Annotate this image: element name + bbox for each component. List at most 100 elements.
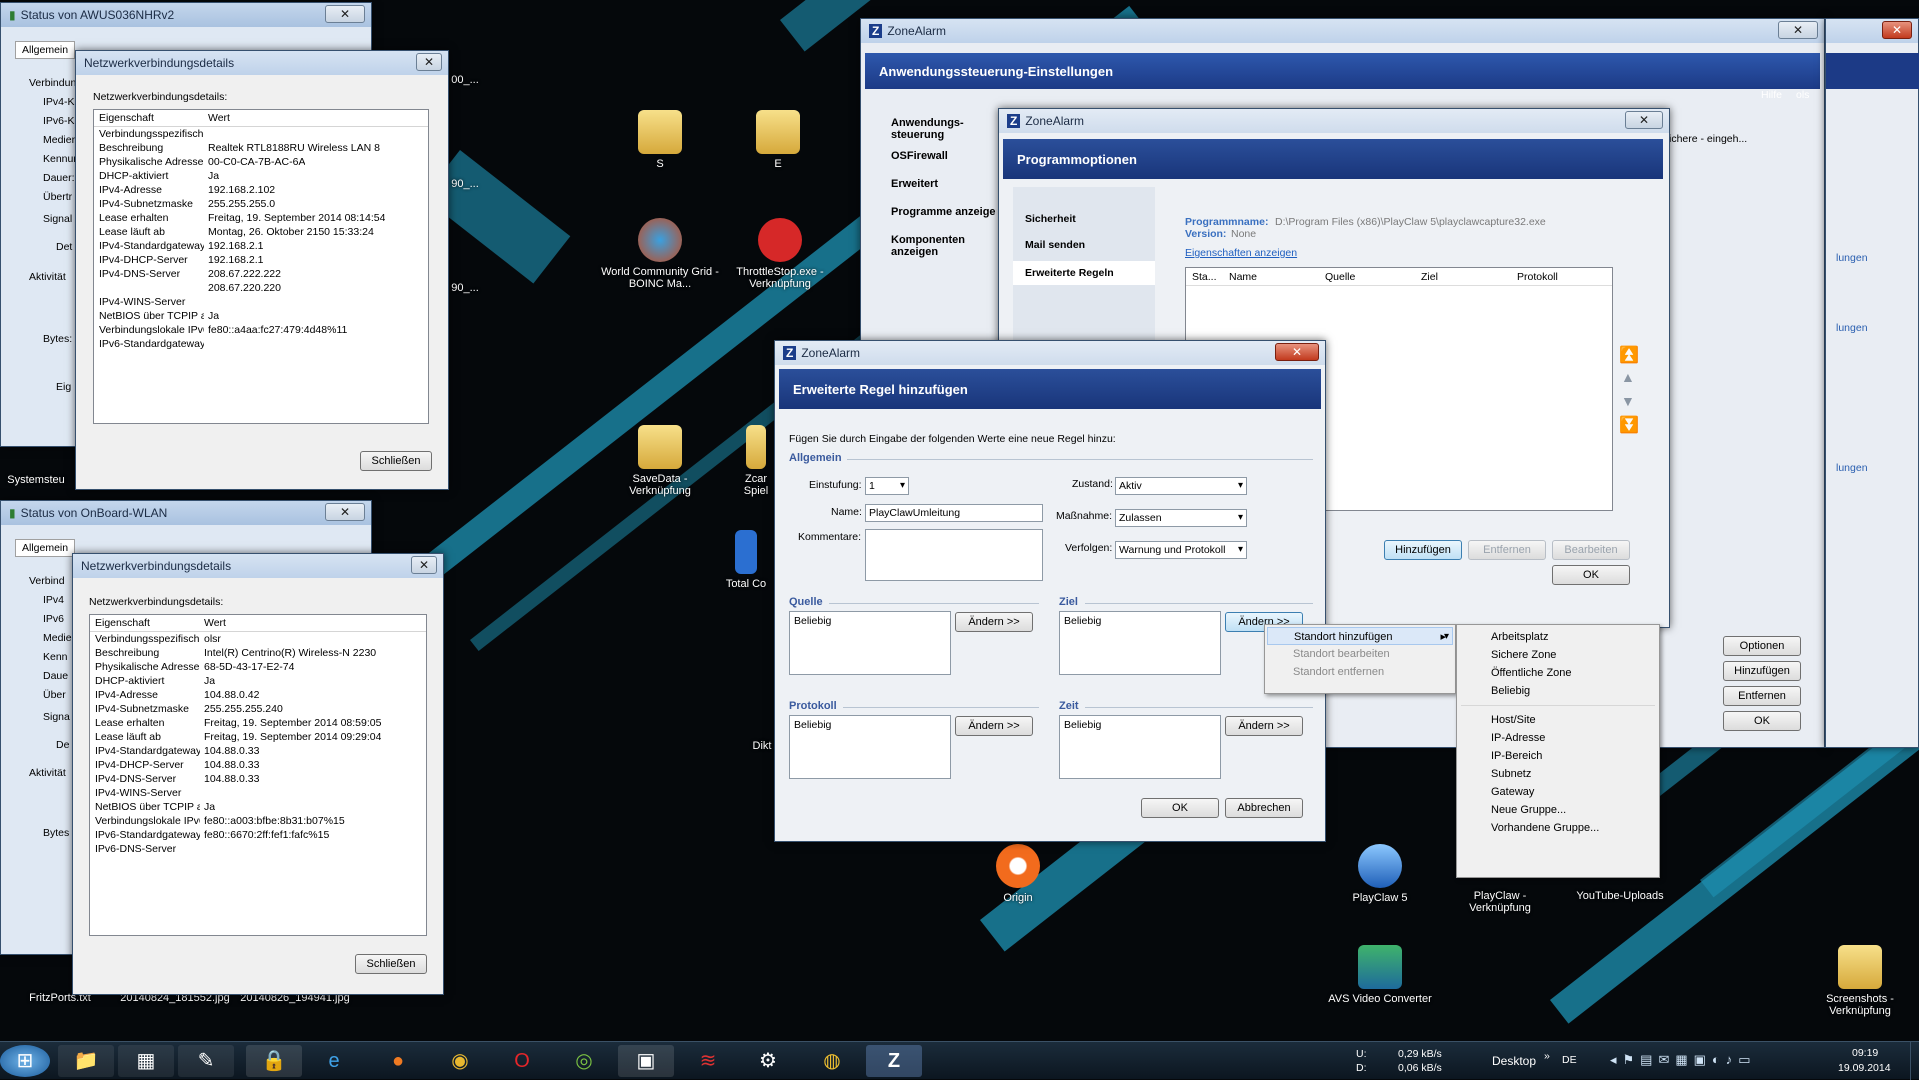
rank-select[interactable]: 1: [865, 477, 909, 495]
explorer-icon[interactable]: 📁: [58, 1045, 114, 1077]
start-button[interactable]: ⊞: [0, 1045, 50, 1077]
nav-sicherheit[interactable]: Sicherheit: [1025, 213, 1076, 225]
submenu-item-oeffentliche-zone[interactable]: Öffentliche Zone: [1459, 664, 1657, 682]
name-input[interactable]: PlayClawUmleitung: [865, 504, 1043, 522]
table-row[interactable]: IPv4-Subnetzmaske 255.255.255.240: [90, 702, 426, 716]
column-quelle[interactable]: Quelle: [1320, 268, 1416, 285]
menu-tools[interactable]: ols: [1796, 89, 1809, 101]
column-ziel[interactable]: Ziel: [1416, 268, 1512, 285]
table-row[interactable]: Verbindungslokale IPv6-... fe80::a4aa:fc2…: [94, 323, 428, 337]
column-header[interactable]: Eigenschaft: [94, 110, 204, 126]
remove-rule-button[interactable]: Entfernen: [1468, 540, 1546, 560]
tray-icons[interactable]: ◂⚑▤✉▦▣◐♪▭: [1610, 1052, 1757, 1068]
app-yellow-icon[interactable]: ◍: [804, 1045, 860, 1077]
lock-icon[interactable]: 🔒: [246, 1045, 302, 1077]
chevron-icon[interactable]: »: [1544, 1050, 1550, 1062]
titlebar[interactable]: ✕: [1826, 19, 1918, 43]
table-row[interactable]: IPv4-Adresse 104.88.0.42: [90, 688, 426, 702]
nav-erweiterte-regeln[interactable]: Erweiterte Regeln: [1013, 261, 1155, 285]
nav-osfirewall[interactable]: OSFirewall: [891, 150, 1011, 162]
desktop-icon-avs[interactable]: AVS Video Converter: [1320, 945, 1440, 1005]
titlebar[interactable]: Netzwerkverbindungsdetails ✕: [76, 51, 448, 75]
table-row[interactable]: Lease läuft ab Freitag, 19. September 201…: [90, 730, 426, 744]
remove-button[interactable]: Entfernen: [1723, 686, 1801, 706]
table-row[interactable]: IPv4-DNS-Server 104.88.0.33: [90, 772, 426, 786]
table-row[interactable]: IPv4-WINS-Server: [94, 295, 428, 309]
track-select[interactable]: Warnung und Protokoll: [1115, 541, 1247, 559]
desktop-icon-partial-3[interactable]: 00_...: [450, 74, 480, 86]
submenu-item-vorhandene-gruppe[interactable]: Vorhandene Gruppe...: [1459, 819, 1657, 837]
link-fragment[interactable]: lungen: [1836, 322, 1868, 334]
context-menu[interactable]: Standort hinzufügen ▸ Standort bearbeite…: [1264, 624, 1456, 694]
submenu-item-ip-bereich[interactable]: IP-Bereich: [1459, 747, 1657, 765]
network-window-icon[interactable]: ▣: [618, 1045, 674, 1077]
close-button[interactable]: ✕: [325, 5, 365, 23]
desktop-icon-folder-e[interactable]: E: [748, 110, 808, 170]
titlebar[interactable]: Z ZoneAlarm ✕: [775, 341, 1325, 365]
desktop-icon-playclaw[interactable]: PlayClaw 5: [1340, 844, 1420, 904]
nav-mail-senden[interactable]: Mail senden: [1025, 239, 1085, 251]
table-row[interactable]: IPv4-DHCP-Server 192.168.2.1: [94, 253, 428, 267]
titlebar[interactable]: ▮ Status von OnBoard-WLAN ✕: [1, 501, 371, 525]
submenu-item-beliebig[interactable]: Beliebig: [1459, 682, 1657, 700]
add-rule-button[interactable]: Hinzufügen: [1384, 540, 1462, 560]
nav-programme[interactable]: Programme anzeige: [891, 206, 1011, 218]
details-button[interactable]: De: [56, 739, 69, 751]
table-row[interactable]: NetBIOS über TCPIP ak... Ja: [94, 309, 428, 323]
properties-button[interactable]: Eig: [56, 381, 71, 393]
change-time-button[interactable]: Ändern >>: [1225, 716, 1303, 736]
edit-rule-button[interactable]: Bearbeiten: [1552, 540, 1630, 560]
clock-date[interactable]: 19.09.2014: [1838, 1062, 1891, 1074]
submenu-item-ip-adresse[interactable]: IP-Adresse: [1459, 729, 1657, 747]
table-row[interactable]: Beschreibung Realtek RTL8188RU Wireless L…: [94, 141, 428, 155]
add-button[interactable]: Hinzufügen: [1723, 661, 1801, 681]
desktop-icon-origin[interactable]: Origin: [988, 844, 1048, 904]
cancel-button[interactable]: Abbrechen: [1225, 798, 1303, 818]
column-header[interactable]: Wert: [200, 615, 226, 631]
desktop-icon-boinc[interactable]: World Community Grid - BOINC Ma...: [600, 218, 720, 290]
table-row[interactable]: NetBIOS über TCPIP ak... Ja: [90, 800, 426, 814]
close-button[interactable]: ✕: [416, 53, 442, 71]
menu-item-standort-entfernen[interactable]: Standort entfernen: [1267, 663, 1453, 681]
submenu[interactable]: Arbeitsplatz Sichere Zone Öffentliche Zo…: [1456, 624, 1660, 878]
close-dialog-button[interactable]: Schließen: [360, 451, 432, 471]
table-row[interactable]: 208.67.220.220: [94, 281, 428, 295]
close-button[interactable]: ✕: [1778, 21, 1818, 39]
optionen-button[interactable]: Optionen: [1723, 636, 1801, 656]
close-button[interactable]: ✕: [411, 556, 437, 574]
move-down-icon[interactable]: ▼: [1621, 393, 1635, 409]
tab-allgemein[interactable]: Allgemein: [15, 41, 76, 59]
column-header[interactable]: Wert: [204, 110, 230, 126]
calculator-icon[interactable]: ▦: [118, 1045, 174, 1077]
tab-allgemein[interactable]: Allgemein: [15, 539, 76, 557]
desktop-icon-throttlestop[interactable]: ThrottleStop.exe - Verknüpfung: [720, 218, 840, 290]
details-window-2[interactable]: Netzwerkverbindungsdetails ✕ Netzwerkver…: [72, 553, 444, 995]
table-row[interactable]: IPv4-Standardgateway 104.88.0.33: [90, 744, 426, 758]
table-row[interactable]: Verbindungsspezifisches... olsr: [90, 632, 426, 646]
move-up-icon[interactable]: ▲: [1621, 369, 1635, 385]
submenu-item-gateway[interactable]: Gateway: [1459, 783, 1657, 801]
menu-item-standort-bearbeiten[interactable]: Standort bearbeiten: [1267, 645, 1453, 663]
ok-button[interactable]: OK: [1723, 711, 1801, 731]
link-fragment[interactable]: lungen: [1836, 462, 1868, 474]
state-select[interactable]: Aktiv: [1115, 477, 1247, 495]
clock-time[interactable]: 09:19: [1852, 1047, 1878, 1059]
titlebar[interactable]: Z ZoneAlarm ✕: [999, 109, 1669, 133]
close-button[interactable]: ✕: [1625, 111, 1663, 129]
titlebar[interactable]: Z ZoneAlarm ✕: [861, 19, 1824, 43]
close-button[interactable]: ✕: [1275, 343, 1319, 361]
spotify-icon[interactable]: ◎: [556, 1045, 612, 1077]
desktop-toolbar[interactable]: Desktop: [1492, 1054, 1536, 1068]
column-header[interactable]: Eigenschaft: [90, 615, 200, 631]
background-window-right[interactable]: ✕ lungen lungen lungen: [1825, 18, 1919, 748]
table-row[interactable]: Verbindungsspezifisches...: [94, 127, 428, 141]
zonealarm-add-rule-dialog[interactable]: Z ZoneAlarm ✕ Erweiterte Regel hinzufüge…: [774, 340, 1326, 842]
column-name[interactable]: Name: [1224, 268, 1320, 285]
ok-button[interactable]: OK: [1552, 565, 1630, 585]
details-button[interactable]: Det: [56, 241, 72, 253]
ok-button[interactable]: OK: [1141, 798, 1219, 818]
desktop-icon-savedata[interactable]: SaveData - Verknüpfung: [610, 425, 710, 497]
desktop-icon-systemsteuerung[interactable]: Systemsteu: [6, 474, 66, 486]
submenu-item-host-site[interactable]: Host/Site: [1459, 711, 1657, 729]
column-status[interactable]: Sta...: [1186, 268, 1224, 285]
